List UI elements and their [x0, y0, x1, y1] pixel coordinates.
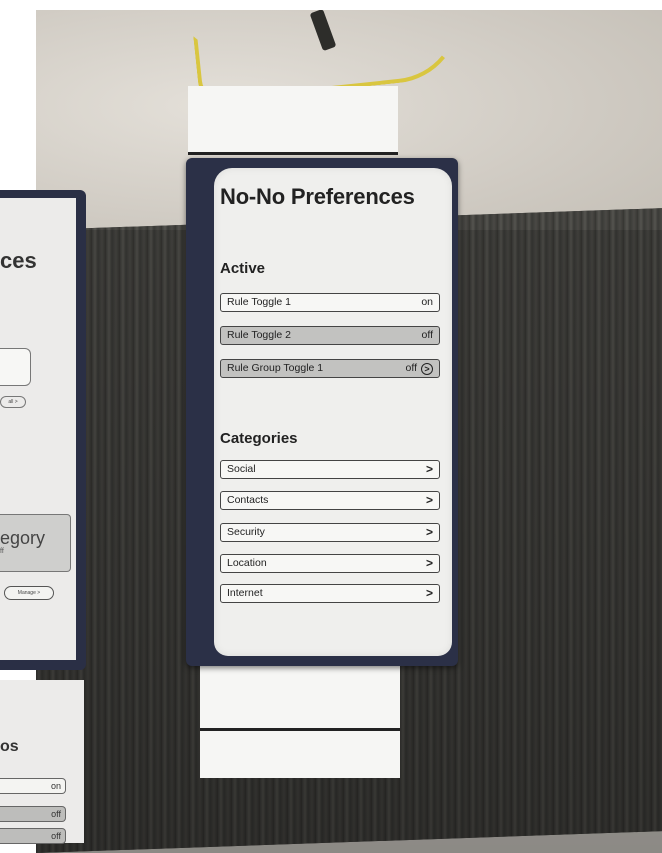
- category-internet[interactable]: Internet >: [220, 584, 440, 603]
- category-social[interactable]: Social >: [220, 460, 440, 479]
- category-label: Security: [227, 526, 265, 538]
- chevron-right-icon: >: [425, 556, 433, 570]
- chevron-right-icon: >: [425, 493, 433, 507]
- active-heading: Active: [220, 260, 266, 277]
- left-card-title: ces: [0, 248, 37, 273]
- rule-toggle-1[interactable]: Rule Toggle 1 on: [220, 293, 440, 312]
- left-bottom-title: os: [0, 738, 19, 755]
- rule-label: Rule Toggle 2: [227, 329, 292, 341]
- holder-paper-bottom: [200, 660, 400, 778]
- chevron-right-icon: >: [425, 462, 433, 476]
- left-bottom-row: on: [0, 778, 66, 794]
- left-bottom-row: off: [0, 806, 66, 822]
- toggle-state: on: [421, 296, 433, 308]
- toggle-state: off: [405, 362, 417, 374]
- holder-paper-top: [188, 86, 398, 155]
- rule-label: Rule Toggle 1: [227, 296, 292, 308]
- left-bottom-row: off: [0, 828, 66, 844]
- category-location[interactable]: Location >: [220, 554, 440, 573]
- left-bottom-card: os on off off: [0, 680, 84, 844]
- left-card-category-sub: ff: [0, 548, 4, 555]
- toggle-state: off: [421, 329, 433, 341]
- category-label: Location: [227, 557, 267, 569]
- chevron-right-icon: >: [425, 525, 433, 539]
- preferences-screen: [214, 168, 452, 656]
- category-label: Social: [227, 463, 256, 475]
- categories-heading: Categories: [220, 430, 298, 447]
- rule-toggle-2[interactable]: Rule Toggle 2 off: [220, 326, 440, 345]
- rule-group-toggle-1[interactable]: Rule Group Toggle 1 off >: [220, 359, 440, 378]
- category-security[interactable]: Security >: [220, 523, 440, 542]
- left-card-pill: all >: [0, 396, 26, 408]
- left-manage-button: Manage >: [4, 586, 54, 600]
- category-label: Internet: [227, 587, 263, 599]
- chevron-circle-right-icon[interactable]: >: [421, 362, 433, 375]
- rule-label: Rule Group Toggle 1: [227, 362, 324, 374]
- left-card-category-label: egory: [0, 528, 46, 548]
- left-card-input: [0, 348, 31, 386]
- category-contacts[interactable]: Contacts >: [220, 491, 440, 510]
- chevron-right-icon: >: [425, 586, 433, 600]
- page-title: No-No Preferences: [220, 184, 415, 209]
- category-label: Contacts: [227, 494, 269, 506]
